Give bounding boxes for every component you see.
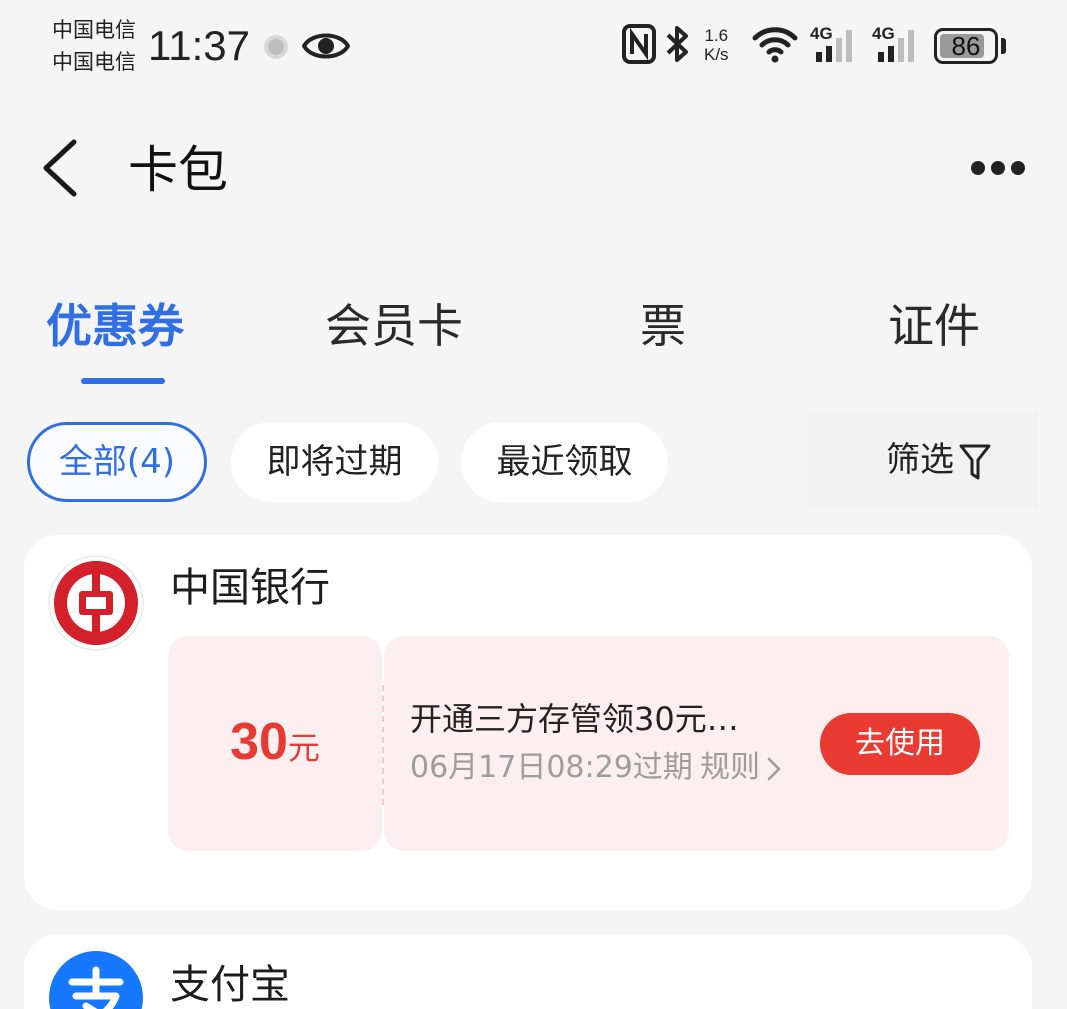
tab-documents[interactable]: 证件 [888,296,980,356]
recording-dot-icon [264,35,288,59]
coupon-amount-value: 30 [230,713,288,771]
nfc-icon [622,24,656,64]
tab-membership-cards[interactable]: 会员卡 [325,296,463,356]
coupon-title: 开通三方存管领30元… [410,700,739,738]
signal-sim1-icon [816,30,852,62]
chevron-right-icon [767,757,781,780]
chip-recently-received[interactable]: 最近领取 [461,422,668,502]
network-speed: 1.6 K/s [704,26,729,64]
back-button[interactable] [36,136,92,200]
battery-icon: 86 [934,28,998,64]
clock: 11:37 [148,22,250,69]
signal-sim2-icon [878,30,914,62]
tab-coupons[interactable]: 优惠券 [46,296,184,356]
chip-expiring-soon[interactable]: 即将过期 [231,422,438,502]
carrier-info: 中国电信 中国电信 [52,14,136,78]
tab-tickets[interactable]: 票 [640,296,686,356]
carrier-1: 中国电信 [52,18,136,42]
coupon-expiry: 06月17日08:29过期 [410,750,693,785]
more-dots-icon [971,161,1025,175]
battery-percent: 86 [951,31,981,61]
network-speed-value: 1.6 [704,26,729,45]
coupon-detail-panel[interactable]: 开通三方存管领30元… 06月17日08:29过期 规则 去使用 [384,636,1009,851]
chip-all[interactable]: 全部(4) [27,422,207,502]
bank-of-china-logo-icon [48,555,144,651]
eye-icon [302,33,350,59]
coupon-rules-link[interactable]: 规则 [700,748,782,788]
more-options-button[interactable] [966,148,1030,188]
merchant-card-alipay: 支付宝 [24,934,1032,1009]
merchant-name: 中国银行 [170,565,330,611]
wifi-icon [752,27,798,63]
coupon-rules-label: 规则 [700,750,760,785]
alipay-logo-icon [49,951,143,1009]
coupon-amount-panel[interactable]: 30元 [168,636,382,851]
merchant-card-bank-of-china: 中国银行 30元 开通三方存管领30元… 06月17日08:29过期 规则 去使… [24,535,1032,910]
chevron-left-icon [43,139,77,197]
coupon-amount-unit: 元 [287,729,320,767]
status-bar: 中国电信 中国电信 11:37 1.6 K/s 4G 4G 86 [0,0,1067,96]
battery-cap [1001,38,1006,54]
bluetooth-icon [666,26,688,62]
active-tab-indicator [81,378,165,384]
filter-label: 筛选 [886,440,954,480]
use-coupon-button[interactable]: 去使用 [820,713,980,775]
filter-button[interactable]: 筛选 [808,412,1038,508]
carrier-2: 中国电信 [52,50,136,74]
page-title: 卡包 [128,141,228,199]
merchant-name: 支付宝 [170,962,290,1008]
filter-funnel-icon [959,444,991,480]
network-speed-unit: K/s [704,45,729,64]
coupon-amount: 30元 [168,712,382,772]
